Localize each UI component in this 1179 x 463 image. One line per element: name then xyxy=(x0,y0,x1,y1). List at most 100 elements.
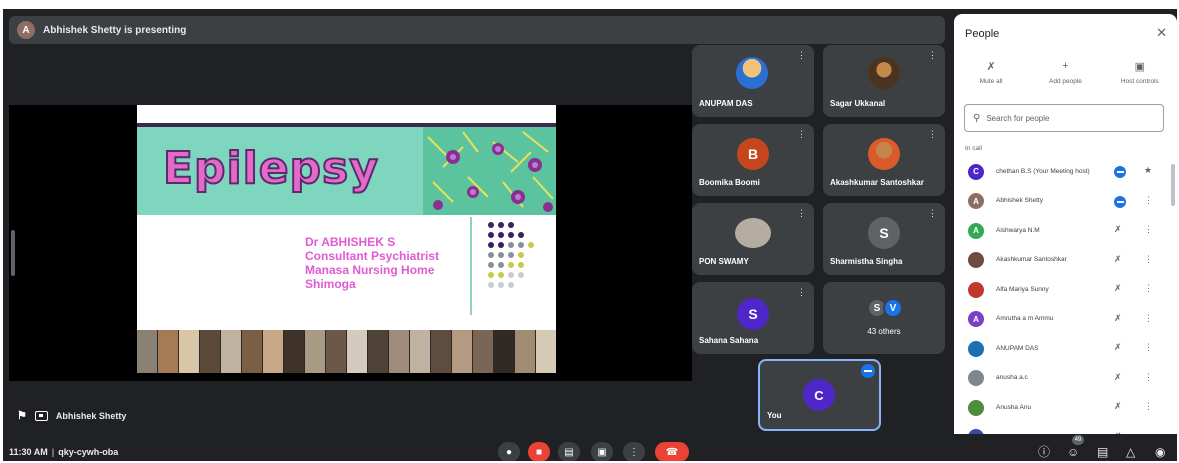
presenter-name: Abhishek Shetty xyxy=(55,410,127,421)
mic-button[interactable]: ● xyxy=(498,442,520,461)
participant-tile[interactable]: ⋮ PON SWAMY xyxy=(692,203,814,275)
shared-slide: Epilepsy Dr ABHISHEK S Consultant Psychi… xyxy=(137,105,556,373)
mute-all-button[interactable]: ✗ Mute all xyxy=(956,60,1026,85)
participant-avatar xyxy=(968,399,984,416)
others-count: 43 others xyxy=(867,327,901,336)
portrait-image xyxy=(515,330,536,373)
tile-name: Boomika Boomi xyxy=(699,178,760,187)
mic-icon: ● xyxy=(505,446,513,458)
tile-name: Akashkumar Santoshkar xyxy=(830,178,924,187)
participant-avatar: A xyxy=(968,222,984,239)
participant-row[interactable]: Alfa Mariya Sunny ✗ ⋮ xyxy=(954,275,1177,305)
close-icon[interactable]: ✕ xyxy=(1156,25,1167,41)
participant-row[interactable]: Anusha Anu ✗ ⋮ xyxy=(954,393,1177,423)
participant-name: Anusha Anu xyxy=(996,403,1032,411)
participant-photo xyxy=(736,57,768,89)
tile-name: You xyxy=(767,411,782,420)
participant-row[interactable]: ANUPAM DAS ✗ ⋮ xyxy=(954,334,1177,364)
speaking-indicator-icon xyxy=(861,364,875,378)
participant-tile[interactable]: S ⋮ Sahana Sahana xyxy=(692,282,814,354)
host-lock-icon[interactable]: ◉ xyxy=(1155,446,1165,458)
captions-button[interactable]: ▤ xyxy=(558,442,580,461)
presenter-avatar: A xyxy=(17,21,35,39)
stage-resize-handle[interactable] xyxy=(11,230,15,276)
add-people-button[interactable]: + Add people xyxy=(1030,60,1100,85)
participant-row[interactable]: A Amrutha a m Ammu ✗ ⋮ xyxy=(954,305,1177,335)
slide-credit-line: Manasa Nursing Home xyxy=(305,263,435,277)
participant-avatar xyxy=(968,252,984,269)
participant-name: chethan B.S (Your Meeting host) xyxy=(996,167,1090,175)
self-avatar: C xyxy=(803,379,835,411)
more-options-icon[interactable]: ⋮ xyxy=(1144,254,1153,265)
portrait-image xyxy=(137,330,158,373)
mic-off-icon: ✗ xyxy=(1114,371,1122,382)
pin-icon[interactable]: ⚑ xyxy=(17,409,27,422)
more-options-icon[interactable]: ⋮ xyxy=(1144,224,1153,235)
captions-icon: ▤ xyxy=(564,446,574,458)
participant-name: Alfa Mariya Sunny xyxy=(996,285,1049,293)
meeting-code[interactable]: qky-cywh-oba xyxy=(58,447,118,457)
self-tile[interactable]: C You xyxy=(758,359,881,431)
tile-mic-icon: ⋮ xyxy=(797,129,806,139)
portrait-image xyxy=(452,330,473,373)
tile-name: Sharmistha Singha xyxy=(830,257,903,266)
participant-row[interactable]: C chethan B.S (Your Meeting host) ★ xyxy=(954,157,1177,187)
people-icon[interactable]: ☺ xyxy=(1067,446,1079,458)
more-options-icon[interactable]: ⋮ xyxy=(1144,313,1153,324)
participant-row[interactable]: anusha a.c ✗ ⋮ xyxy=(954,364,1177,394)
others-tile[interactable]: S V 43 others xyxy=(823,282,945,354)
meeting-info: 11:30 AM | qky-cywh-oba xyxy=(9,447,119,457)
participant-avatar: A xyxy=(968,193,984,210)
leave-call-button[interactable]: ☎ xyxy=(655,442,689,461)
more-options-icon[interactable]: ⋮ xyxy=(1144,342,1153,353)
participant-list: C chethan B.S (Your Meeting host) ★ A Ab… xyxy=(954,157,1177,434)
chat-icon[interactable]: ▤ xyxy=(1097,446,1108,458)
tile-mic-icon: ⋮ xyxy=(928,50,937,60)
participant-photo xyxy=(868,138,900,170)
more-vert-icon: ⋮ xyxy=(629,446,639,458)
participant-tile[interactable]: ⋮ Akashkumar Santoshkar xyxy=(823,124,945,196)
more-options-icon[interactable]: ⋮ xyxy=(1144,283,1153,294)
portrait-image xyxy=(536,330,556,373)
tile-mic-icon: ⋮ xyxy=(797,50,806,60)
host-controls-button[interactable]: ▣ Host controls xyxy=(1105,60,1175,85)
activities-icon[interactable]: △ xyxy=(1126,446,1135,458)
mic-off-icon: ✗ xyxy=(1114,253,1122,264)
panel-scrollbar[interactable] xyxy=(1171,164,1175,206)
more-options-icon[interactable]: ⋮ xyxy=(1144,195,1153,206)
mic-off-icon: ✗ xyxy=(1114,431,1122,435)
participant-tile[interactable]: S ⋮ Sharmistha Singha xyxy=(823,203,945,275)
portrait-image xyxy=(158,330,179,373)
participant-row[interactable]: A Abhishek Shetty ⋮ xyxy=(954,187,1177,217)
participant-avatar xyxy=(968,370,984,387)
slide-credits: Dr ABHISHEK S Consultant Psychiatrist Ma… xyxy=(305,235,439,291)
more-options-button[interactable]: ⋮ xyxy=(623,442,645,461)
present-button[interactable]: ▣ xyxy=(591,442,613,461)
presenting-bar: A Abhishek Shetty is presenting xyxy=(9,16,945,44)
participant-row[interactable]: ✗ xyxy=(954,423,1177,435)
participant-tile[interactable]: B ⋮ Boomika Boomi xyxy=(692,124,814,196)
presentation-stage[interactable]: Epilepsy Dr ABHISHEK S Consultant Psychi… xyxy=(9,105,692,381)
participant-tile[interactable]: ⋮ Sagar Ukkanal xyxy=(823,45,945,117)
portrait-image xyxy=(179,330,200,373)
participant-name: anusha a.c xyxy=(996,374,1028,382)
slide-divider xyxy=(470,217,472,315)
pin-icon[interactable]: ★ xyxy=(1144,165,1152,176)
camera-off-button[interactable]: ■ xyxy=(528,442,550,461)
speaking-indicator-icon xyxy=(1114,166,1126,178)
participant-row[interactable]: A Aishwarya N.M ✗ ⋮ xyxy=(954,216,1177,246)
portrait-image xyxy=(410,330,431,373)
participant-row[interactable]: Akashkumar Santoshkar ✗ ⋮ xyxy=(954,246,1177,276)
search-field[interactable]: ⚲ xyxy=(964,104,1164,132)
mic-off-icon: ✗ xyxy=(986,61,996,73)
participant-avatar: S xyxy=(868,217,900,249)
people-panel: People ✕ ✗ Mute all + Add people ▣ Host … xyxy=(954,14,1177,434)
participant-photo xyxy=(868,57,900,89)
search-input[interactable] xyxy=(986,113,1147,123)
meet-window: A Abhishek Shetty is presenting Epilepsy… xyxy=(3,9,1177,461)
meeting-details-icon[interactable]: ⓘ xyxy=(1038,446,1050,458)
more-options-icon[interactable]: ⋮ xyxy=(1144,401,1153,412)
participant-name: Abhishek Shetty xyxy=(996,197,1043,205)
more-options-icon[interactable]: ⋮ xyxy=(1144,372,1153,383)
participant-tile[interactable]: ⋮ ANUPAM DAS xyxy=(692,45,814,117)
